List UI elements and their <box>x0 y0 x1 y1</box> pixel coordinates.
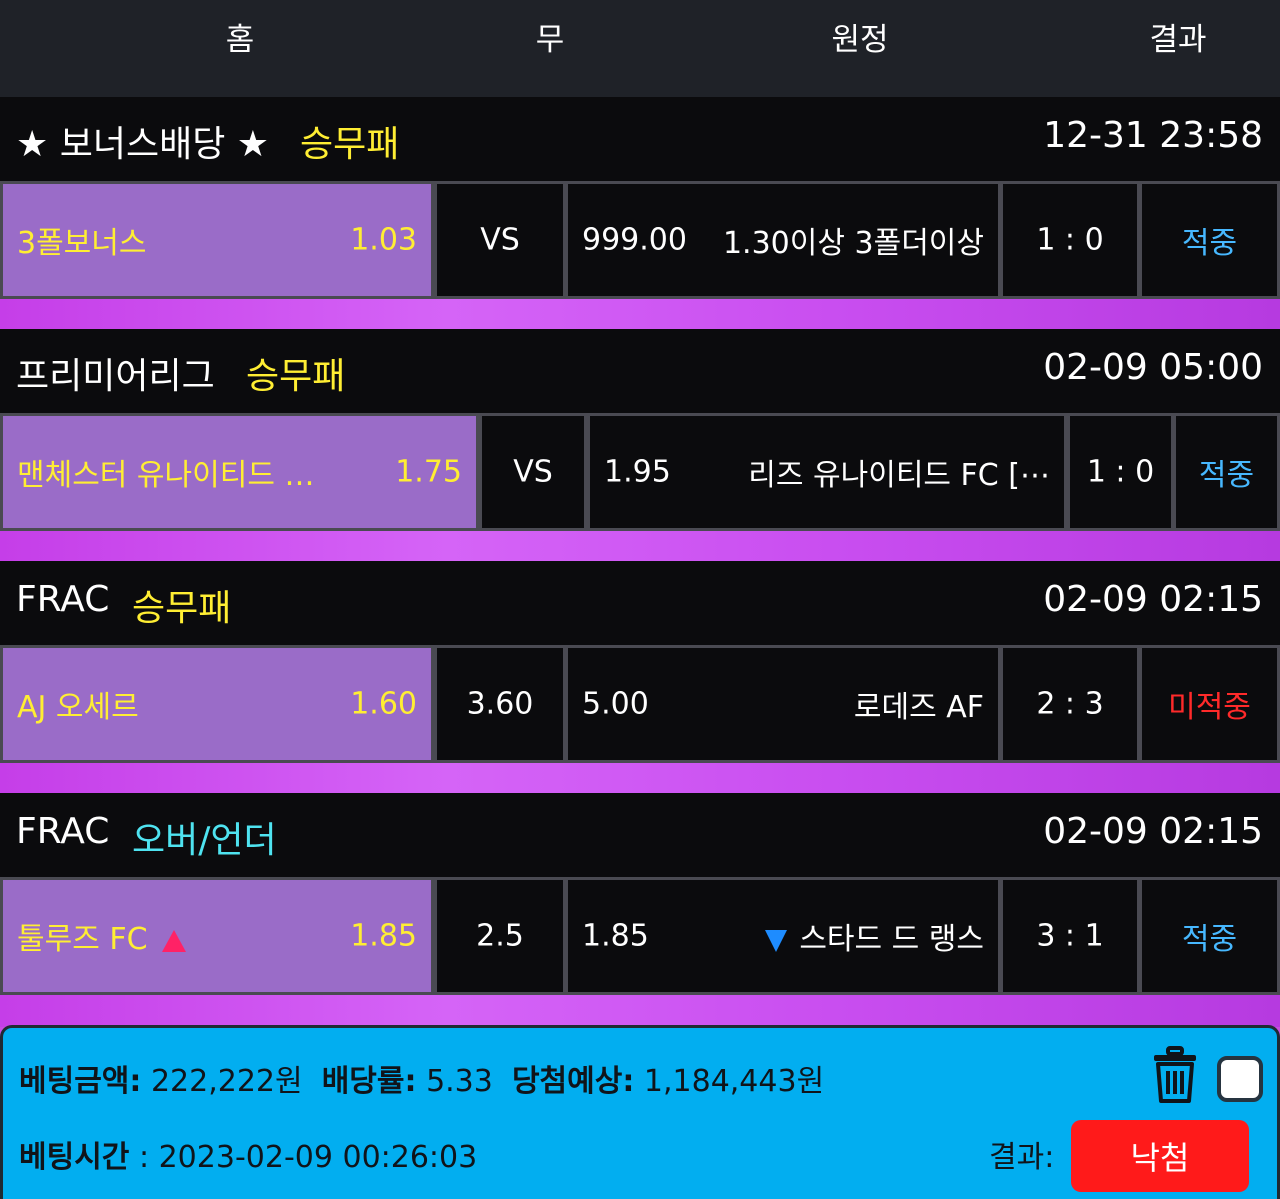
away-team: 스타드 드 랭스 <box>799 922 984 957</box>
match-time: 12-31 23:58 <box>1043 115 1263 156</box>
league-name: FRAC <box>16 579 110 620</box>
home-team: 3폴보너스 <box>17 226 147 261</box>
league-name: 프리미어리그 <box>16 356 215 397</box>
away-odds: 5.00 <box>582 686 649 722</box>
home-odds: 1.75 <box>395 454 462 490</box>
bet-type: 승무패 <box>246 356 346 397</box>
bet-type: 오버/언더 <box>132 820 277 861</box>
away-cell[interactable]: 5.00 로데즈 AF <box>568 648 998 760</box>
bet-type: 승무패 <box>300 124 400 165</box>
draw-cell[interactable]: VS <box>437 184 563 296</box>
bet-row: 맨체스터 유나이티드 … 1.75 VS 1.95 리즈 유나이티드 FC [⋯… <box>0 413 1280 531</box>
away-odds: 1.95 <box>604 454 671 490</box>
home-odds: 1.85 <box>350 918 417 954</box>
bet-time-label: 베팅시간 <box>19 1140 130 1175</box>
bet-row: 툴루즈 FC 1.85 2.5 1.85 스타드 드 랭스 3 : 1 적중 <box>0 877 1280 995</box>
bet-time-line: 베팅시간 : 2023-02-09 00:26:03 <box>19 1132 477 1176</box>
row-separator <box>0 762 1280 795</box>
away-odds: 999.00 <box>582 222 687 258</box>
home-cell[interactable]: 3폴보너스 1.03 <box>3 184 431 296</box>
score-cell: 1 : 0 <box>1070 416 1171 528</box>
match-time: 02-09 02:15 <box>1043 579 1263 620</box>
bet-amount-label: 베팅금액: <box>19 1064 142 1099</box>
result-badge: 낙첨 <box>1071 1120 1249 1192</box>
match-time: 02-09 05:00 <box>1043 347 1263 388</box>
home-team: 툴루즈 FC <box>17 922 148 957</box>
home-cell[interactable]: 툴루즈 FC 1.85 <box>3 880 431 992</box>
league-name: ★ 보너스배당 ★ <box>16 124 270 165</box>
summary-line: 베팅금액: 222,222원 배당률: 5.33 당첨예상: 1,184,443… <box>19 1056 824 1100</box>
draw-value: VS <box>513 454 553 490</box>
league-bar: FRAC 오버/언더 02-09 02:15 <box>0 793 1280 877</box>
score-cell: 2 : 3 <box>1003 648 1137 760</box>
away-cell[interactable]: 999.00 1.30이상 3폴더이상 <box>568 184 998 296</box>
league-bar: ★ 보너스배당 ★ 승무패 12-31 23:58 <box>0 97 1280 181</box>
result-cell: 적중 <box>1176 416 1277 528</box>
result-status: 미적중 <box>1168 690 1251 725</box>
match-time: 02-09 02:15 <box>1043 811 1263 852</box>
away-team: 리즈 유나이티드 FC [⋯ <box>748 458 1050 493</box>
header-home: 홈 <box>225 22 255 58</box>
home-team: 맨체스터 유나이티드 … <box>17 458 315 493</box>
result-cell: 적중 <box>1142 880 1277 992</box>
league-bar: FRAC 승무패 02-09 02:15 <box>0 561 1280 645</box>
header-draw: 무 <box>535 22 565 58</box>
row-separator <box>0 994 1280 1027</box>
bet-time: : 2023-02-09 00:26:03 <box>138 1140 478 1175</box>
away-team: 1.30이상 3폴더이상 <box>722 226 984 261</box>
home-odds: 1.60 <box>350 686 417 722</box>
draw-value: VS <box>480 222 520 258</box>
score: 3 : 1 <box>1036 918 1104 954</box>
result-status: 적중 <box>1198 458 1255 493</box>
total-odds: 5.33 <box>426 1064 493 1099</box>
home-team: AJ 오세르 <box>17 690 139 725</box>
triangle-up-icon <box>161 929 186 952</box>
result-status: 적중 <box>1181 226 1238 261</box>
handicap-value: 2.5 <box>476 918 524 954</box>
bet-summary-panel: 베팅금액: 222,222원 배당률: 5.33 당첨예상: 1,184,443… <box>0 1025 1280 1199</box>
select-checkbox[interactable] <box>1217 1056 1263 1102</box>
bet-row: 3폴보너스 1.03 VS 999.00 1.30이상 3폴더이상 1 : 0 … <box>0 181 1280 299</box>
score: 1 : 0 <box>1036 222 1104 258</box>
away-team: 로데즈 AF <box>853 690 984 725</box>
draw-cell[interactable]: 3.60 <box>437 648 563 760</box>
draw-cell[interactable]: 2.5 <box>437 880 563 992</box>
result-cell: 적중 <box>1142 184 1277 296</box>
row-separator <box>0 298 1280 331</box>
trash-icon[interactable] <box>1151 1046 1199 1104</box>
league-name: FRAC <box>16 811 110 852</box>
score-cell: 1 : 0 <box>1003 184 1137 296</box>
bet-type: 승무패 <box>132 588 232 629</box>
triangle-down-icon <box>765 929 788 952</box>
league-bar: 프리미어리그 승무패 02-09 05:00 <box>0 329 1280 413</box>
score-cell: 3 : 1 <box>1003 880 1137 992</box>
result-status: 적중 <box>1181 922 1238 957</box>
away-cell[interactable]: 1.95 리즈 유나이티드 FC [⋯ <box>590 416 1064 528</box>
score: 2 : 3 <box>1036 686 1104 722</box>
away-odds: 1.85 <box>582 918 649 954</box>
bet-row: AJ 오세르 1.60 3.60 5.00 로데즈 AF 2 : 3 미적중 <box>0 645 1280 763</box>
expected-label: 당첨예상: <box>511 1064 635 1099</box>
column-header: 홈 무 원정 결과 <box>0 0 1280 97</box>
home-cell[interactable]: AJ 오세르 1.60 <box>3 648 431 760</box>
away-cell[interactable]: 1.85 스타드 드 랭스 <box>568 880 998 992</box>
expected-payout: 1,184,443원 <box>643 1064 825 1099</box>
odds-label: 배당률: <box>321 1064 417 1099</box>
home-cell[interactable]: 맨체스터 유나이티드 … 1.75 <box>3 416 476 528</box>
score: 1 : 0 <box>1086 454 1155 490</box>
result-label: 결과: <box>989 1140 1055 1175</box>
bet-amount: 222,222원 <box>150 1064 303 1099</box>
draw-cell[interactable]: VS <box>482 416 584 528</box>
row-separator <box>0 530 1280 563</box>
result-cell: 미적중 <box>1142 648 1277 760</box>
home-odds: 1.03 <box>350 222 417 258</box>
header-result: 결과 <box>1149 22 1207 58</box>
header-away: 원정 <box>831 22 889 58</box>
draw-value: 3.60 <box>466 686 534 722</box>
